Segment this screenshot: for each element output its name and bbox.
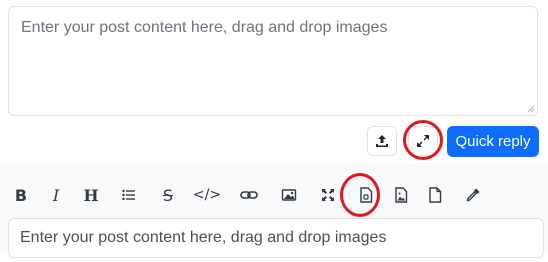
full-post-content-editor[interactable] — [8, 218, 544, 258]
arrows-icon — [322, 189, 334, 201]
quick-reply-button[interactable]: Quick reply — [447, 126, 539, 157]
file-zip-icon — [360, 187, 373, 203]
list-button[interactable] — [116, 181, 142, 209]
post-content-editor[interactable] — [8, 6, 538, 116]
fullscreen-button[interactable] — [315, 181, 341, 209]
expand-button[interactable] — [408, 126, 438, 156]
file-button[interactable] — [422, 181, 448, 209]
color-picker-button[interactable] — [460, 181, 486, 209]
bold-button[interactable]: B — [8, 181, 34, 209]
heading-icon: H — [83, 185, 99, 205]
link-button[interactable] — [236, 181, 262, 209]
code-icon: </> — [192, 187, 222, 203]
image-file-button[interactable] — [388, 181, 414, 209]
zip-file-button[interactable] — [353, 181, 379, 209]
eyedropper-icon — [466, 188, 480, 202]
upload-icon — [376, 135, 388, 147]
image-button[interactable] — [276, 181, 302, 209]
post-content-input[interactable] — [9, 7, 537, 115]
bold-icon: B — [14, 185, 28, 205]
upload-button[interactable] — [367, 126, 397, 156]
file-icon — [429, 187, 442, 203]
code-button[interactable]: </> — [192, 181, 222, 209]
expand-icon — [417, 135, 429, 147]
italic-icon: I — [52, 185, 60, 205]
strikethrough-icon: S — [162, 185, 174, 205]
image-icon — [281, 189, 297, 201]
heading-button[interactable]: H — [78, 181, 104, 209]
composer-actions: Quick reply — [0, 126, 548, 158]
strikethrough-button[interactable]: S — [155, 181, 181, 209]
link-icon — [240, 191, 258, 199]
list-icon — [122, 189, 135, 201]
full-post-content-input[interactable] — [9, 219, 543, 257]
italic-button[interactable]: I — [43, 181, 69, 209]
formatting-toolbar: B I H S </> — [6, 181, 486, 209]
file-image-icon — [395, 187, 408, 203]
resize-grip-icon[interactable] — [527, 105, 535, 113]
